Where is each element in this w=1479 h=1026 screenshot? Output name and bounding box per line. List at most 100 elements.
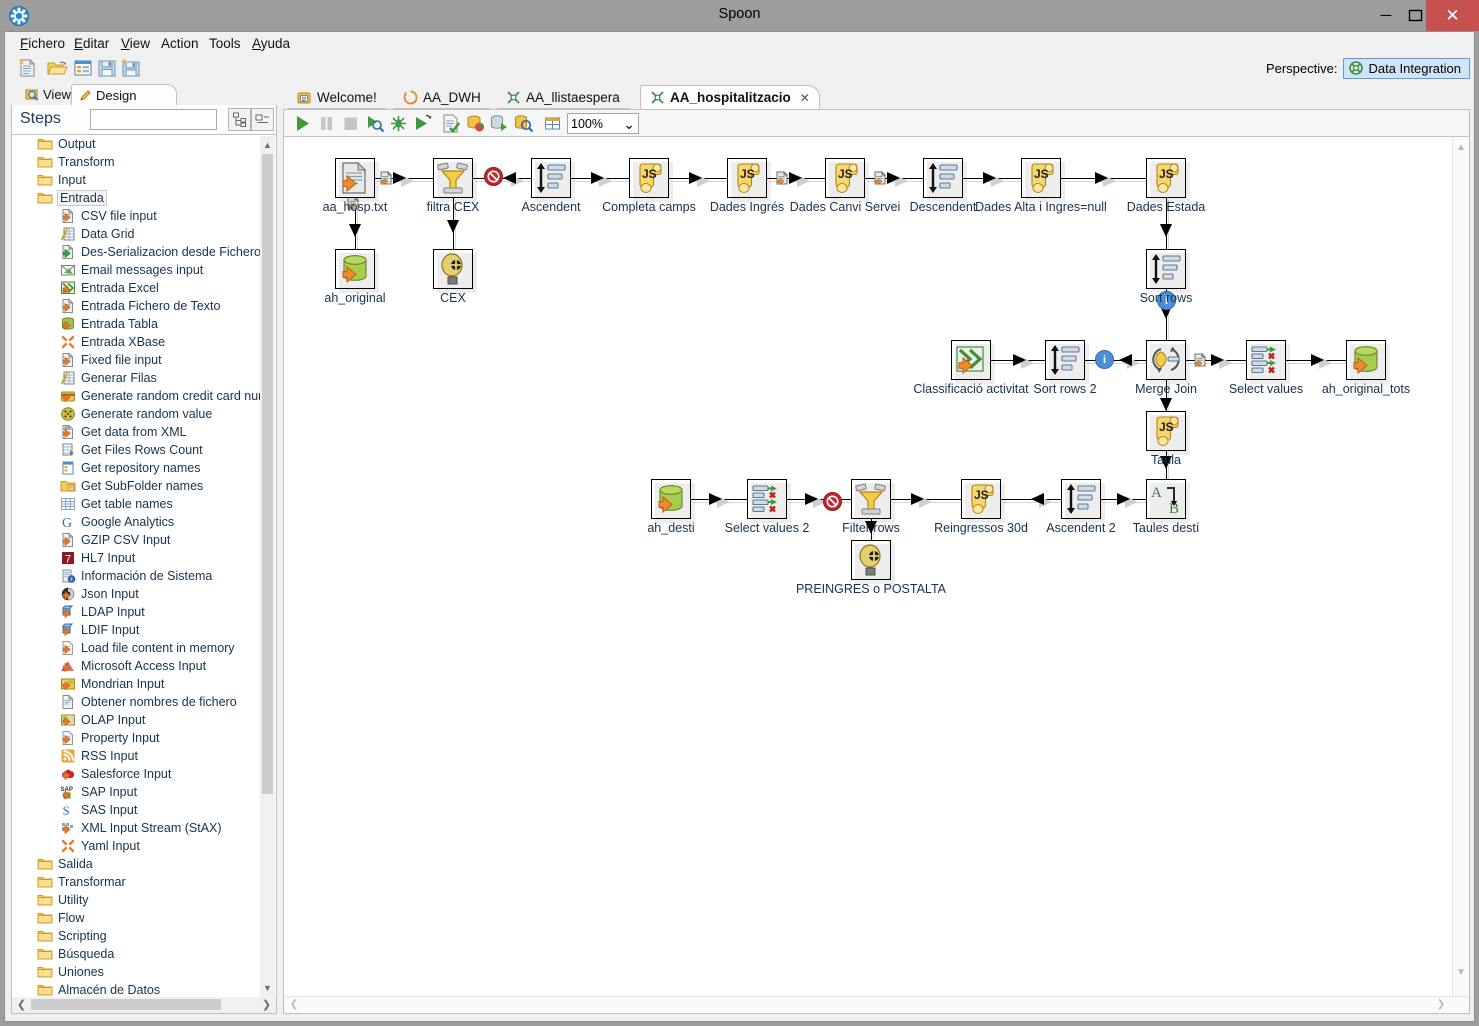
tree-folder-input[interactable]: Input xyxy=(12,171,260,189)
tree-horizontal-scrollbar[interactable]: ❮ ❯ xyxy=(11,997,277,1014)
tree-step-entrada-xbase[interactable]: Entrada XBase xyxy=(12,333,260,351)
impact-button[interactable] xyxy=(465,113,486,134)
preview-button[interactable] xyxy=(364,113,385,134)
tree-step-json-input[interactable]: Json Input xyxy=(12,585,260,603)
save-button[interactable] xyxy=(96,57,118,79)
tree-step-get-files-rows-count[interactable]: Get Files Rows Count xyxy=(12,441,260,459)
step-ascendent-2[interactable] xyxy=(1061,479,1105,523)
tree-step-entrada-fichero-de-texto[interactable]: Entrada Fichero de Texto xyxy=(12,297,260,315)
step-reingressos-30d[interactable]: JS xyxy=(961,479,1005,523)
tree-folder-utility[interactable]: Utility xyxy=(12,891,260,909)
step-sort-rows-2[interactable] xyxy=(1045,340,1089,384)
step-ah-desti[interactable] xyxy=(651,479,695,523)
step-select-values-2[interactable] xyxy=(747,479,791,523)
scroll-down-icon[interactable]: ▼ xyxy=(260,980,275,996)
menu-editar[interactable]: Editar xyxy=(69,35,114,52)
tree-step-generate-random-value[interactable]: Generate random value xyxy=(12,405,260,423)
tree-folder-entrada[interactable]: Entrada xyxy=(12,189,260,207)
step-sort-rows[interactable] xyxy=(1146,249,1190,293)
tree-view-button[interactable] xyxy=(228,108,251,131)
step-cex[interactable] xyxy=(433,249,477,293)
canvas-vertical-scrollbar[interactable]: ▲ ▼ xyxy=(1452,137,1469,998)
menu-ayuda[interactable]: Ayuda xyxy=(247,35,295,52)
sql-button[interactable] xyxy=(489,113,510,134)
tree-folder-uniones[interactable]: Uniones xyxy=(12,963,260,981)
tree-step-fixed-file-input[interactable]: Fixed file input xyxy=(12,351,260,369)
step-completa-camps[interactable]: JS xyxy=(629,158,673,202)
scroll-right-icon[interactable]: ❯ xyxy=(1433,997,1449,1012)
tree-step-entrada-tabla[interactable]: Entrada Tabla xyxy=(12,315,260,333)
step-taula[interactable]: JS xyxy=(1146,411,1190,455)
step-descendent[interactable] xyxy=(923,158,967,202)
menu-fichero[interactable]: Fichero xyxy=(15,35,70,52)
tree-folder-scripting[interactable]: Scripting xyxy=(12,927,260,945)
save-as-button[interactable] xyxy=(120,57,142,79)
tree-step-microsoft-access-input[interactable]: Microsoft Access Input xyxy=(12,657,260,675)
tree-step-sas-input[interactable]: S SAS Input xyxy=(12,801,260,819)
tab-aa-hospitalitzacio[interactable]: AA_hospitalitzacio ✕ xyxy=(640,85,820,109)
tree-folder-almacén-de-datos[interactable]: Almacén de Datos xyxy=(12,981,260,998)
close-button[interactable]: ✕ xyxy=(1426,0,1479,31)
replay-button[interactable] xyxy=(412,113,433,134)
tree-folder-output[interactable]: Output xyxy=(12,135,260,153)
tree-step-informaci-n-de-sistema[interactable]: i Información de Sistema xyxy=(12,567,260,585)
tree-scroll-thumb[interactable] xyxy=(262,154,273,794)
scroll-up-icon[interactable]: ▲ xyxy=(1453,139,1469,155)
zoom-select[interactable]: 100% ⌄ xyxy=(567,113,639,134)
close-icon[interactable]: ✕ xyxy=(800,91,810,105)
tree-step-salesforce-input[interactable]: Salesforce Input xyxy=(12,765,260,783)
run-button[interactable] xyxy=(292,113,313,134)
tree-folder-búsqueda[interactable]: Búsqueda xyxy=(12,945,260,963)
scroll-right-icon[interactable]: ❯ xyxy=(258,997,275,1012)
menu-view[interactable]: View xyxy=(116,35,155,52)
tree-folder-salida[interactable]: Salida xyxy=(12,855,260,873)
canvas-horizontal-scrollbar[interactable]: ❮ ❯ xyxy=(284,996,1469,1013)
step-dades-estada[interactable]: JS xyxy=(1146,158,1190,202)
step-filter-rows[interactable] xyxy=(851,479,895,523)
steps-search-input[interactable] xyxy=(90,109,217,130)
tree-folder-transform[interactable]: Transform xyxy=(12,153,260,171)
tree-step-mondrian-input[interactable]: Mondrian Input xyxy=(12,675,260,693)
hop-info-icon[interactable]: i xyxy=(1095,350,1114,369)
scroll-down-icon[interactable]: ▼ xyxy=(1453,964,1469,980)
tree-step-olap-input[interactable]: OLAP Input xyxy=(12,711,260,729)
tab-view[interactable]: View xyxy=(19,84,79,105)
tree-step-entrada-excel[interactable]: Entrada Excel xyxy=(12,279,260,297)
menu-action[interactable]: Action xyxy=(156,35,204,52)
tree-step-csv-file-input[interactable]: CSV file input xyxy=(12,207,260,225)
debug-button[interactable] xyxy=(388,113,409,134)
step-select-values[interactable] xyxy=(1246,340,1290,384)
grid-button[interactable] xyxy=(542,113,563,134)
step-filtra-cex[interactable] xyxy=(433,158,477,202)
tree-step-data-grid[interactable]: Data Grid xyxy=(12,225,260,243)
tree-step-get-table-names[interactable]: Get table names xyxy=(12,495,260,513)
tree-vertical-scrollbar[interactable]: ▲ ▼ xyxy=(260,136,275,997)
explore-repository-button[interactable] xyxy=(72,57,94,79)
step-preingres-postalta[interactable] xyxy=(851,540,895,584)
scroll-left-icon[interactable]: ❮ xyxy=(286,997,302,1012)
tree-step-hl7-input[interactable]: 7 HL7 Input xyxy=(12,549,260,567)
tree-step-gzip-csv-input[interactable]: GZIP CSV Input xyxy=(12,531,260,549)
tree-step-ldif-input[interactable]: LDIF Input xyxy=(12,621,260,639)
step-aa-hosp-txt[interactable] xyxy=(335,158,379,202)
tree-step-get-subfolder-names[interactable]: Get SubFolder names xyxy=(12,477,260,495)
scroll-left-icon[interactable]: ❮ xyxy=(13,997,30,1012)
open-file-button[interactable] xyxy=(46,57,68,79)
tree-folder-flow[interactable]: Flow xyxy=(12,909,260,927)
step-dades-ingres[interactable]: JS xyxy=(727,158,771,202)
step-ascendent[interactable] xyxy=(531,158,575,202)
tab-welcome[interactable]: Welcome! xyxy=(287,85,387,109)
tree-step-load-file-content-in-memory[interactable]: Load file content in memory xyxy=(12,639,260,657)
tree-step-property-input[interactable]: Property Input xyxy=(12,729,260,747)
hop-disabled-icon[interactable] xyxy=(823,492,842,511)
new-file-button[interactable] xyxy=(16,57,38,79)
verify-button[interactable] xyxy=(441,113,462,134)
tab-design[interactable]: Design xyxy=(71,84,177,106)
tab-aa-llistaespera[interactable]: AA_llistaespera xyxy=(496,85,630,109)
tree-step-rss-input[interactable]: RSS Input xyxy=(12,747,260,765)
stop-button[interactable] xyxy=(340,113,361,134)
tree-step-sap-input[interactable]: SAP SAP Input xyxy=(12,783,260,801)
tree-step-obtener-nombres-de-fichero[interactable]: Obtener nombres de fichero xyxy=(12,693,260,711)
tree-step-get-data-from-xml[interactable]: XML Get data from XML xyxy=(12,423,260,441)
step-dades-canvi-servei[interactable]: JS xyxy=(825,158,869,202)
